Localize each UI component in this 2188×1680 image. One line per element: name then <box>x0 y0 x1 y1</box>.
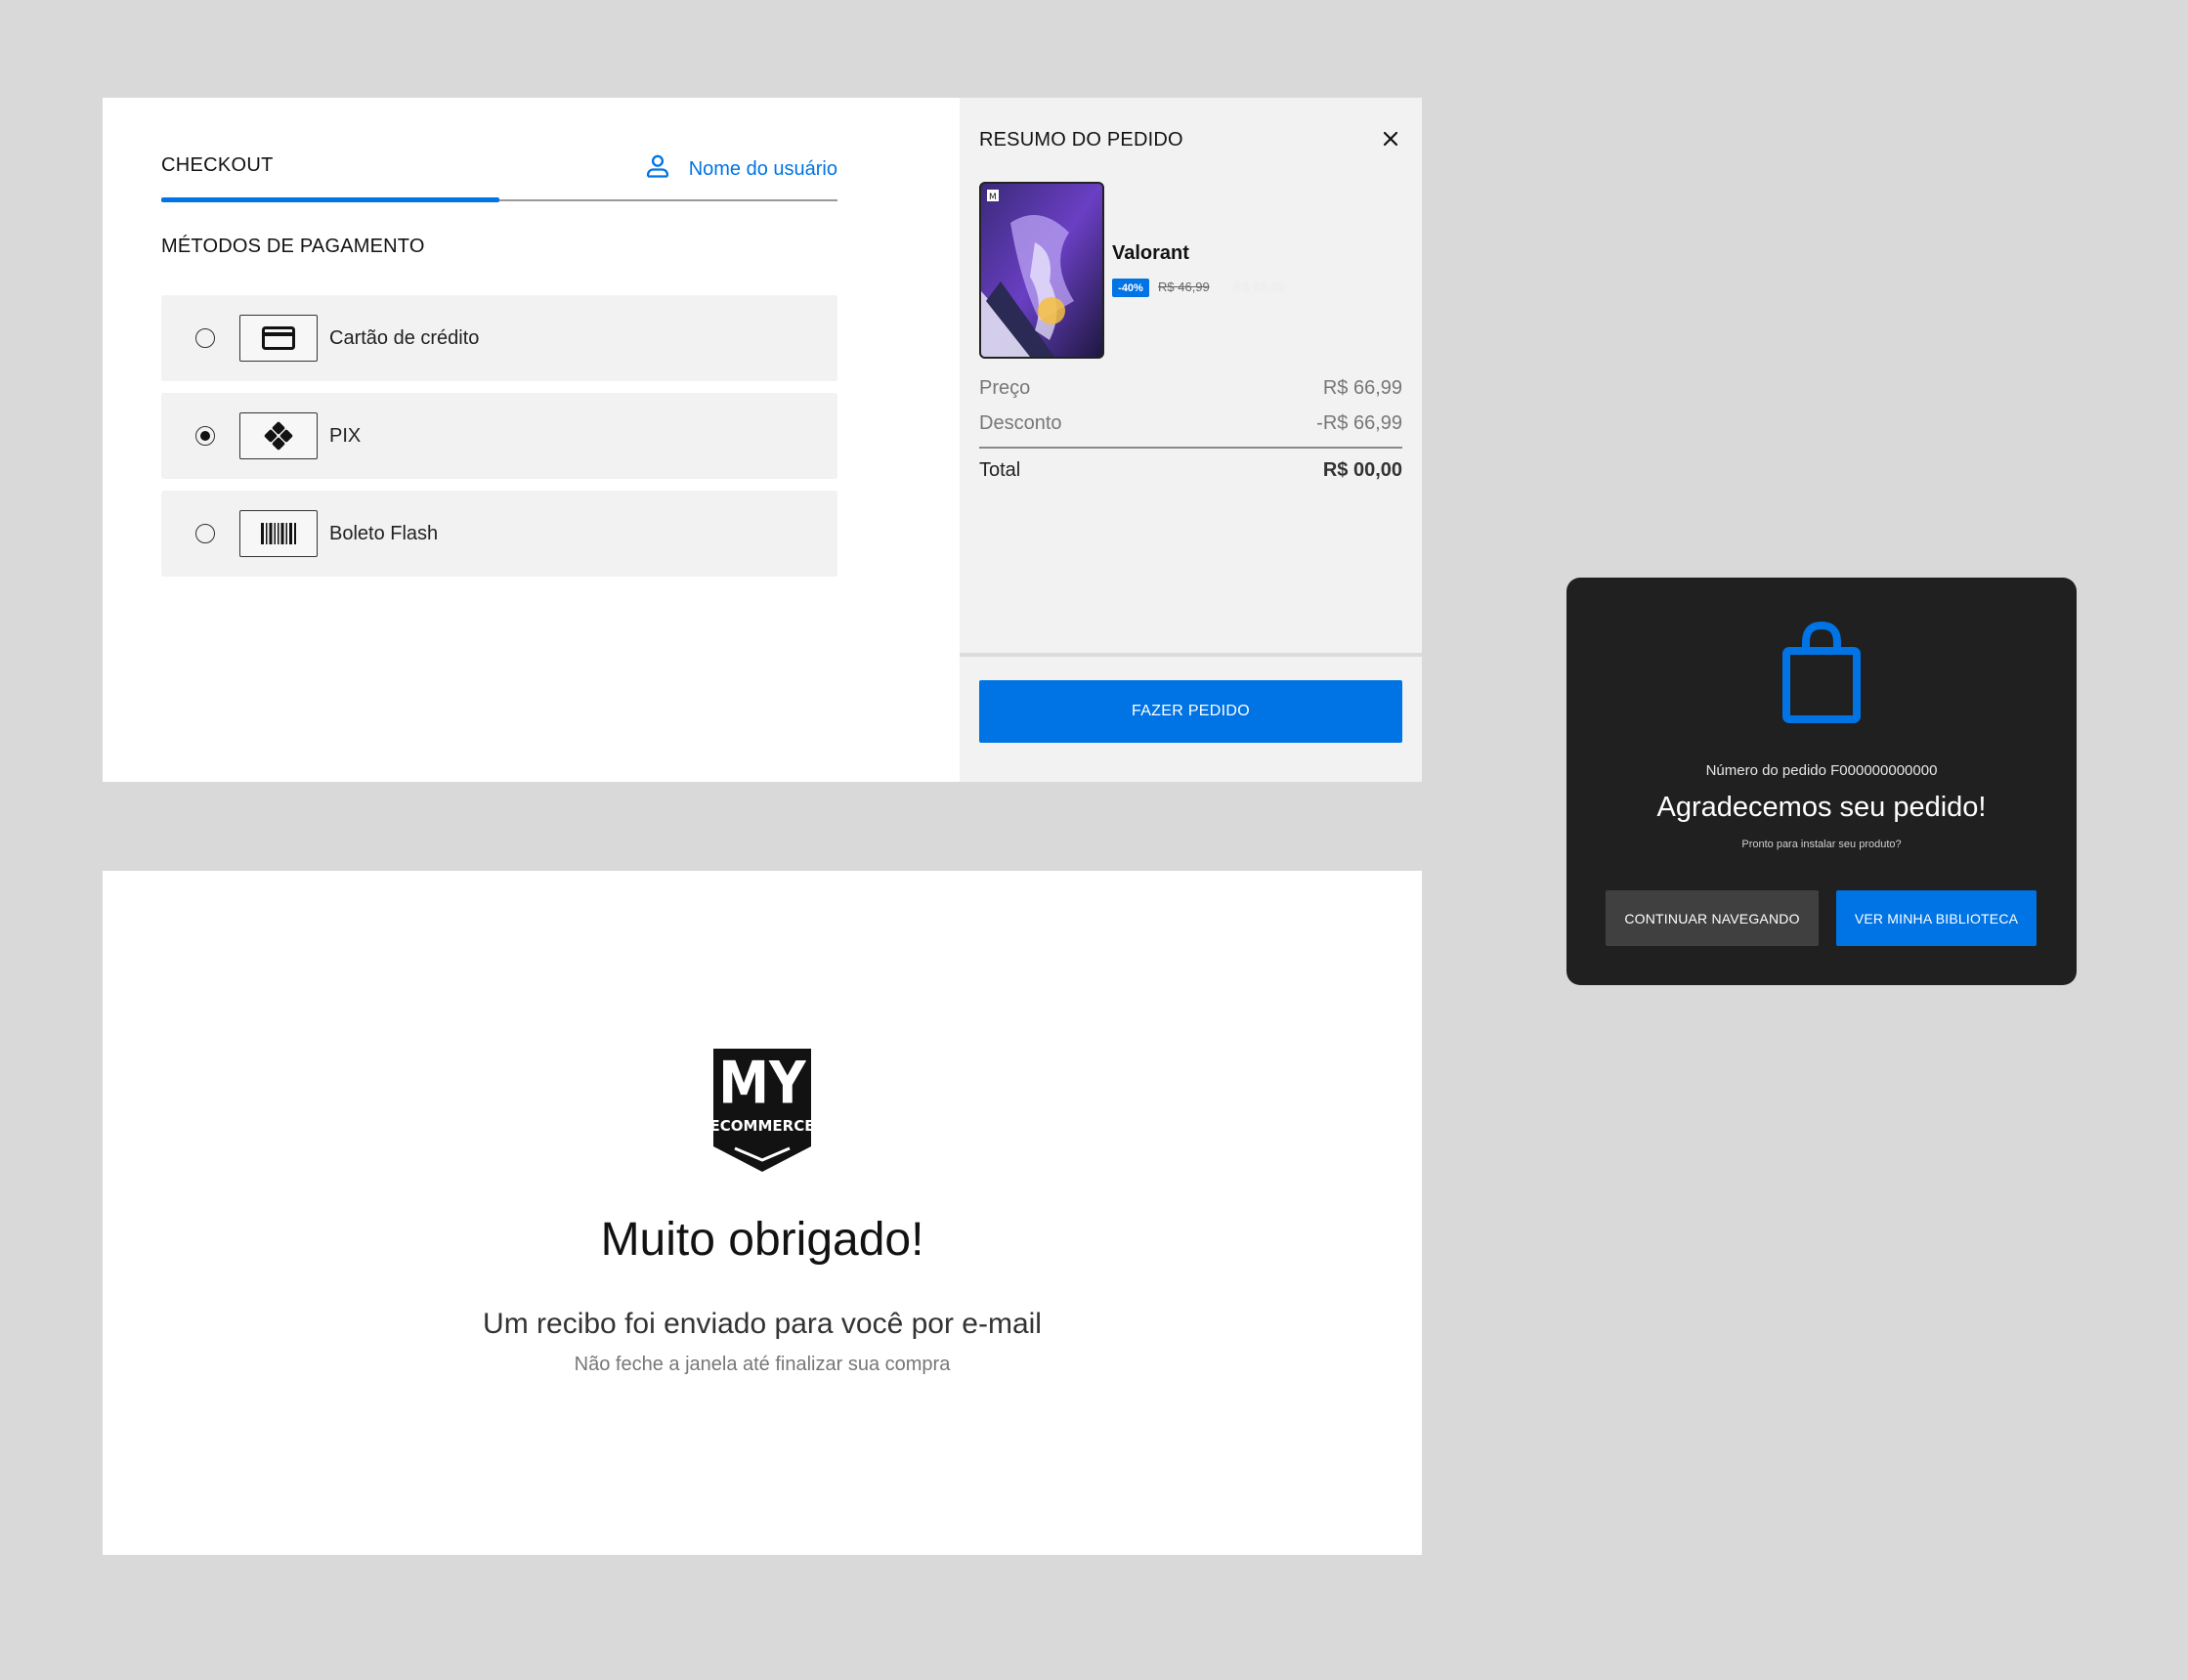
payment-method-credit-card[interactable]: Cartão de crédito <box>161 295 837 381</box>
checkout-main: CHECKOUT Nome do usuário MÉTODOS DE PAGA… <box>103 98 960 782</box>
summary-separator <box>960 653 1422 657</box>
my-ecommerce-logo: MY ECOMMERCE <box>710 1047 814 1174</box>
user-menu[interactable]: Nome do usuário <box>644 152 837 186</box>
total-row: Total R$ 00,00 <box>979 459 1402 482</box>
total-value: R$ 00,00 <box>1322 459 1402 481</box>
discount-value: -R$ 66,99 <box>1316 412 1402 434</box>
payment-method-label: Boleto Flash <box>329 522 439 544</box>
credit-card-icon <box>239 315 318 362</box>
product-new-price: R$ 66,99 <box>1233 280 1285 294</box>
pix-icon <box>239 412 318 459</box>
checkout-tabs: CHECKOUT Nome do usuário <box>161 152 837 202</box>
user-icon <box>644 152 671 186</box>
svg-text:MY: MY <box>718 1050 807 1117</box>
radio-boleto[interactable] <box>195 524 215 543</box>
price-value: R$ 66,99 <box>1322 377 1402 399</box>
close-icon[interactable] <box>1381 129 1400 149</box>
thank-you-panel: MY ECOMMERCE Muito obrigado! Um recibo f… <box>103 871 1422 1555</box>
price-label: Preço <box>979 377 1031 399</box>
price-row: Preço R$ 66,99 <box>979 377 1402 400</box>
payment-method-label: PIX <box>329 424 362 447</box>
order-summary-title: RESUMO DO PEDIDO <box>979 129 1183 151</box>
payment-methods-title: MÉTODOS DE PAGAMENTO <box>161 236 425 257</box>
discount-badge: -40% <box>1112 279 1149 297</box>
barcode-icon <box>239 510 318 557</box>
receipt-message: Um recibo foi enviado para você por e-ma… <box>483 1308 1042 1340</box>
continue-browsing-button[interactable]: CONTINUAR NAVEGANDO <box>1606 890 1819 946</box>
warning-note: Não feche a janela até finalizar sua com… <box>574 1354 951 1375</box>
view-library-button[interactable]: VER MINHA BIBLIOTECA <box>1836 890 2037 946</box>
order-number: Número do pedido F000000000000 <box>1705 762 1938 779</box>
product-name: Valorant <box>1112 242 1189 264</box>
user-name: Nome do usuário <box>688 157 837 180</box>
order-confirmation-modal: Número do pedido F000000000000 Agradecem… <box>1566 578 2077 985</box>
product-old-price: R$ 46,99 <box>1158 280 1210 294</box>
payment-method-boleto[interactable]: Boleto Flash <box>161 491 837 577</box>
svg-text:ECOMMERCE: ECOMMERCE <box>711 1117 813 1135</box>
discount-label: Desconto <box>979 412 1062 434</box>
radio-credit-card[interactable] <box>195 328 215 348</box>
svg-text:M: M <box>989 193 997 202</box>
tab-active-indicator <box>161 197 499 202</box>
tab-checkout[interactable]: CHECKOUT <box>161 154 274 177</box>
payment-method-label: Cartão de crédito <box>329 326 480 349</box>
product-thumbnail: M <box>979 182 1104 359</box>
checkout-panel: CHECKOUT Nome do usuário MÉTODOS DE PAGA… <box>103 98 1422 782</box>
payment-method-pix[interactable]: PIX <box>161 393 837 479</box>
modal-title: Agradecemos seu pedido! <box>1656 792 1987 823</box>
radio-pix[interactable] <box>195 426 215 446</box>
discount-row: Desconto -R$ 66,99 <box>979 412 1402 435</box>
shopping-bag-icon <box>1781 621 1862 724</box>
thank-you-title: Muito obrigado! <box>600 1214 924 1266</box>
modal-subtitle: Pronto para instalar seu produto? <box>1741 839 1902 850</box>
order-summary: RESUMO DO PEDIDO M Valorant -40% R$ 46,9… <box>960 98 1422 782</box>
total-label: Total <box>979 459 1021 481</box>
summary-divider <box>979 447 1402 449</box>
place-order-button[interactable]: FAZER PEDIDO <box>979 680 1402 743</box>
